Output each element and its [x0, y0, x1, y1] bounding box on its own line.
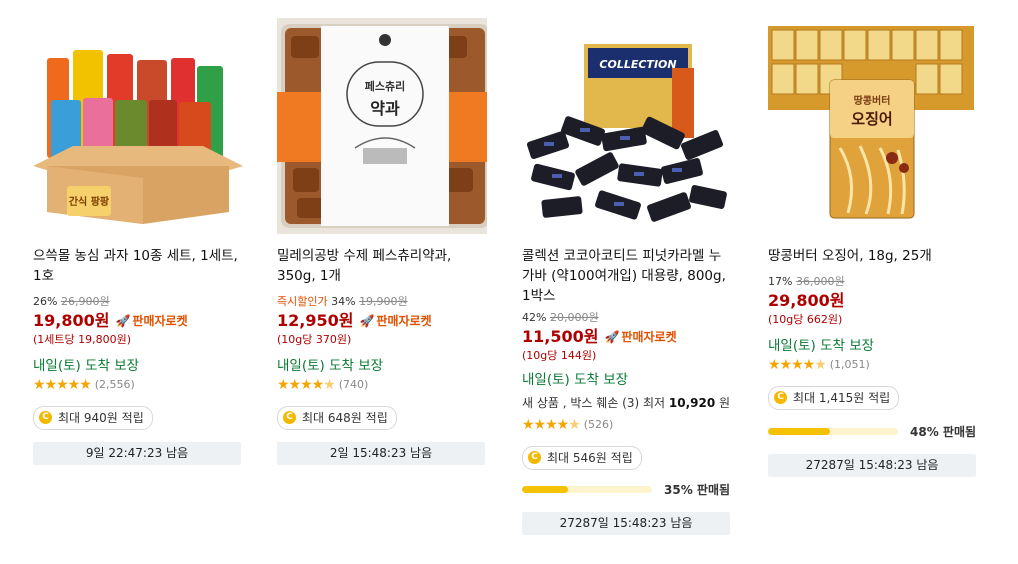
- unit-price: (10g당 370원): [277, 333, 352, 346]
- arrival-guarantee: 내일(토) 도착 보장: [277, 358, 384, 374]
- price-row: 19,800원 🚀 판매자로켓: [33, 310, 243, 332]
- offer-unit: 원: [719, 396, 731, 410]
- original-price: 36,000원: [795, 275, 845, 288]
- rocket-badge: 🚀 판매자로켓: [604, 326, 676, 348]
- product-image[interactable]: 땅콩버터 오징어: [768, 18, 978, 234]
- unit-price: (10g당 662원): [768, 313, 843, 326]
- reward-badge: C 최대 1,415원 적립: [768, 385, 900, 410]
- reward-text: 최대 546원 적립: [547, 450, 633, 465]
- pack-text-2: 오징어: [851, 110, 892, 128]
- reward-text: 최대 648원 적립: [302, 410, 388, 425]
- star-rating-icon: ★★★★★: [33, 377, 92, 393]
- price-row: 12,950원 🚀 판매자로켓: [277, 310, 487, 332]
- offer-price: 10,920: [668, 396, 716, 410]
- countdown-timer: 2일 15:48:23 남음: [277, 441, 485, 465]
- reward-text: 최대 1,415원 적립: [793, 390, 891, 405]
- product-info: 콜렉션 코코아코티드 피넛카라멜 누가바 (약100여개입) 대용량, 800g…: [522, 246, 732, 535]
- sold-progress: 35% 판매됨: [522, 482, 732, 498]
- sold-text: 48% 판매됨: [910, 424, 977, 439]
- sold-bar: [522, 486, 652, 493]
- sale-price: 12,950원: [277, 311, 354, 330]
- discount-rate: 34%: [331, 295, 356, 308]
- box-text: COLLECTION: [599, 58, 676, 71]
- sold-bar-fill: [522, 486, 568, 493]
- countdown-timer: 9일 22:47:23 남음: [33, 441, 241, 465]
- sold-text: 35% 판매됨: [664, 482, 731, 497]
- rocket-label: 판매자로켓: [376, 314, 432, 328]
- product-image[interactable]: 간식 팡팡: [33, 18, 243, 234]
- rating-count: (740): [338, 378, 369, 391]
- coin-icon: C: [774, 391, 787, 404]
- sale-price: 29,800원: [768, 291, 845, 310]
- countdown-timer: 27287일 15:48:23 남음: [522, 511, 730, 535]
- product-title[interactable]: 밀레의공방 수제 페스츄리약과, 350g, 1개: [277, 246, 487, 286]
- product-image[interactable]: COLLECTION: [522, 18, 732, 234]
- rocket-icon: 🚀: [115, 314, 131, 328]
- box-text: 간식 팡팡: [69, 195, 110, 208]
- rocket-icon: 🚀: [359, 314, 375, 328]
- reward-badge: C 최대 648원 적립: [277, 405, 397, 430]
- label-sub: 약과: [370, 99, 400, 118]
- sold-bar-fill: [768, 428, 831, 435]
- rating-count: (1,051): [829, 358, 870, 371]
- rating: ★★★★★ (1,051): [768, 356, 978, 374]
- original-price-row: 42% 20,000원: [522, 310, 732, 326]
- rating: ★★★★★ (740): [277, 376, 487, 394]
- pack-text-1: 땅콩버터: [854, 94, 891, 107]
- product-info: 밀레의공방 수제 페스츄리약과, 350g, 1개 즉시할인가 34% 19,9…: [277, 246, 487, 465]
- product-title[interactable]: 땅콩버터 오징어, 18g, 25개: [768, 246, 978, 266]
- discount-rate: 17%: [768, 275, 793, 288]
- arrival-guarantee: 내일(토) 도착 보장: [522, 372, 629, 388]
- star-rating-icon: ★★★★★: [522, 417, 581, 433]
- product-info: 땅콩버터 오징어, 18g, 25개 17% 36,000원 29,800원 (…: [768, 246, 978, 477]
- countdown-timer: 27287일 15:48:23 남음: [768, 453, 976, 477]
- arrival-guarantee: 내일(토) 도착 보장: [33, 358, 140, 374]
- sale-price: 11,500원: [522, 327, 599, 346]
- coin-icon: C: [528, 451, 541, 464]
- star-rating-icon: ★★★★★: [277, 377, 336, 393]
- price-row: 29,800원: [768, 290, 978, 312]
- rocket-badge: 🚀 판매자로켓: [359, 310, 431, 332]
- reward-text: 최대 940원 적립: [58, 410, 144, 425]
- discount-rate: 26%: [33, 295, 58, 308]
- rocket-label: 판매자로켓: [621, 330, 677, 344]
- sale-price: 19,800원: [33, 311, 110, 330]
- arrival-guarantee: 내일(토) 도착 보장: [768, 338, 875, 354]
- unit-price: (10g당 144원): [522, 349, 597, 362]
- original-price-row: 즉시할인가 34% 19,900원: [277, 294, 487, 310]
- offer-text: 새 상품 , 박스 훼손 (3) 최저: [522, 396, 666, 410]
- coin-icon: C: [39, 411, 52, 424]
- other-seller-offer[interactable]: 새 상품 , 박스 훼손 (3) 최저 10,920 원: [522, 395, 732, 412]
- rating-count: (526): [583, 418, 614, 431]
- unit-price: (1세트당 19,800원): [33, 333, 132, 346]
- reward-badge: C 최대 940원 적립: [33, 405, 153, 430]
- rocket-label: 판매자로켓: [132, 314, 188, 328]
- sold-bar: [768, 428, 898, 435]
- discount-rate: 42%: [522, 311, 547, 324]
- price-row: 11,500원 🚀 판매자로켓: [522, 326, 732, 348]
- product-title[interactable]: 콜렉션 코코아코티드 피넛카라멜 누가바 (약100여개입) 대용량, 800g…: [522, 246, 732, 306]
- instant-discount-label: 즉시할인가: [277, 295, 328, 308]
- original-price: 19,900원: [359, 295, 408, 308]
- product-info: 으쓱몰 농심 과자 10종 세트, 1세트, 1호 26% 26,900원 19…: [33, 246, 243, 465]
- rating: ★★★★★ (2,556): [33, 376, 243, 394]
- product-title[interactable]: 으쓱몰 농심 과자 10종 세트, 1세트, 1호: [33, 246, 243, 286]
- original-price-row: 26% 26,900원: [33, 294, 243, 310]
- rating: ★★★★★ (526): [522, 416, 732, 434]
- rocket-icon: 🚀: [604, 330, 620, 344]
- sold-progress: 48% 판매됨: [768, 424, 978, 440]
- label-title: 페스츄리: [365, 79, 405, 93]
- original-price: 26,900원: [60, 295, 110, 308]
- product-image[interactable]: 페스츄리 약과: [277, 18, 487, 234]
- rocket-badge: 🚀 판매자로켓: [115, 310, 187, 332]
- original-price-row: 17% 36,000원: [768, 274, 978, 290]
- coin-icon: C: [283, 411, 296, 424]
- star-rating-icon: ★★★★★: [768, 357, 827, 373]
- original-price: 20,000원: [549, 311, 599, 324]
- reward-badge: C 최대 546원 적립: [522, 445, 642, 470]
- rating-count: (2,556): [94, 378, 135, 391]
